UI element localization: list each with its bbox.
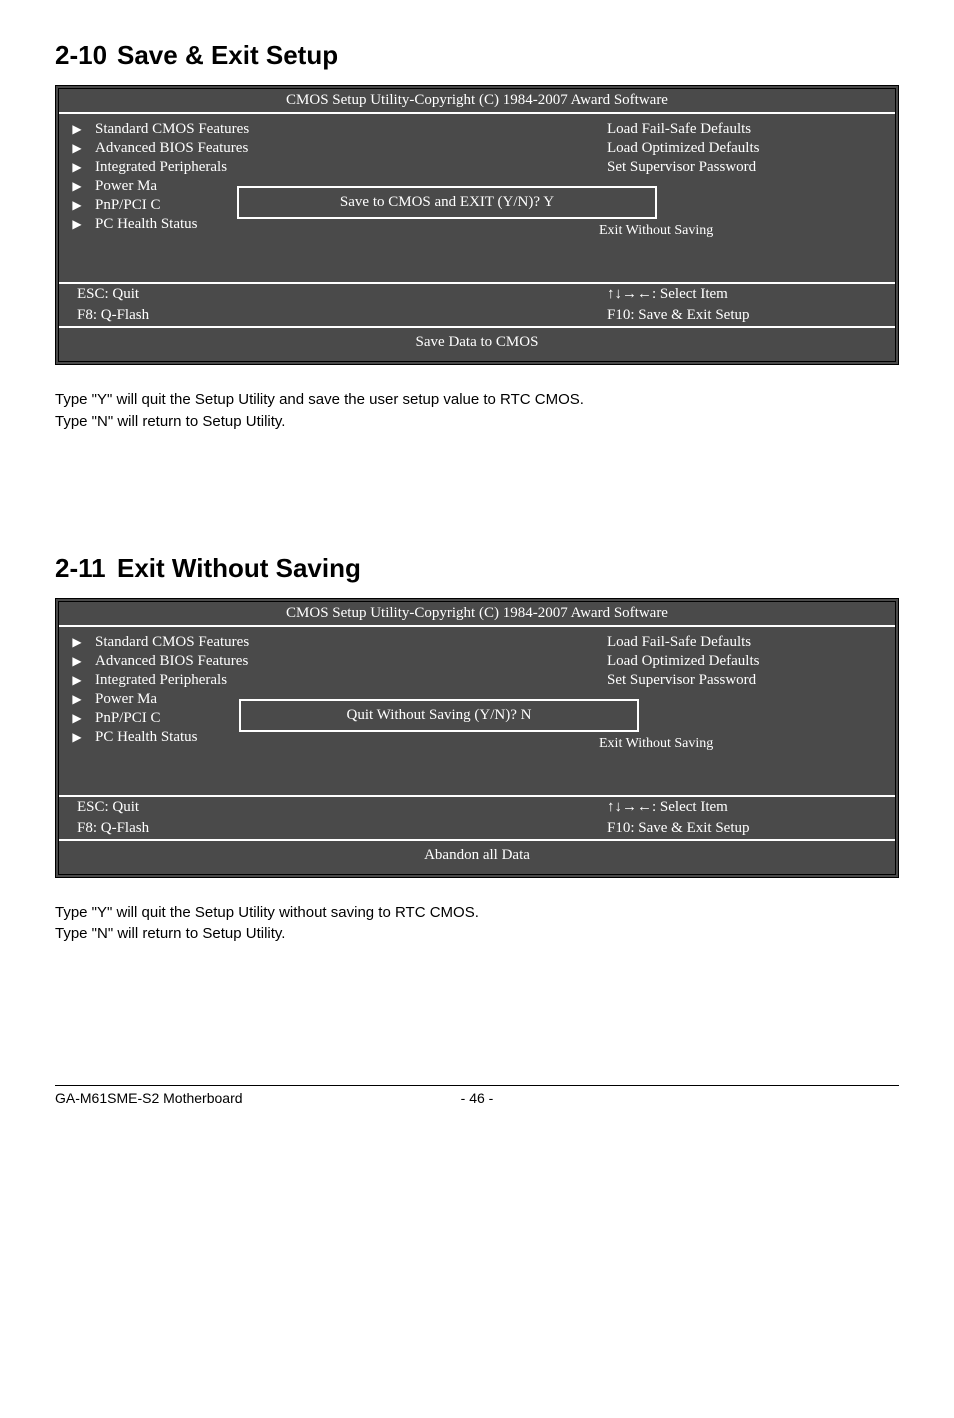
section-title: Save & Exit Setup bbox=[117, 40, 338, 71]
section-title: Exit Without Saving bbox=[117, 553, 361, 584]
triangle-icon: ▶ bbox=[59, 692, 95, 707]
menu-label: Integrated Peripherals bbox=[95, 159, 235, 176]
menu-label: Power Ma bbox=[95, 691, 165, 708]
menu-item-fail-safe[interactable]: Load Fail-Safe Defaults bbox=[607, 120, 895, 139]
exit-without-saving-text: Exit Without Saving bbox=[599, 736, 713, 752]
section-heading-exit: 2-11 Exit Without Saving bbox=[55, 553, 899, 584]
menu-label: Standard CMOS Features bbox=[95, 634, 257, 651]
menu-item-advanced-bios[interactable]: ▶ Advanced BIOS Features bbox=[59, 139, 477, 158]
line2: Type "N" will return to Setup Utility. bbox=[55, 923, 899, 945]
f10-save-exit: F10: Save & Exit Setup bbox=[477, 305, 895, 326]
menu-item-standard-cmos[interactable]: ▶ Standard CMOS Features bbox=[59, 120, 477, 139]
triangle-icon: ▶ bbox=[59, 217, 95, 232]
triangle-icon: ▶ bbox=[59, 730, 95, 745]
triangle-icon: ▶ bbox=[59, 711, 95, 726]
menu-label: Load Fail-Safe Defaults bbox=[607, 634, 759, 651]
triangle-icon: ▶ bbox=[59, 122, 95, 137]
f8-qflash: F8: Q-Flash bbox=[59, 818, 477, 839]
triangle-icon: ▶ bbox=[59, 635, 95, 650]
bios-body: ▶ Standard CMOS Features ▶ Advanced BIOS… bbox=[59, 112, 895, 282]
explanation-save: Type "Y" will quit the Setup Utility and… bbox=[55, 389, 899, 433]
triangle-icon: ▶ bbox=[59, 160, 95, 175]
page-footer: GA-M61SME-S2 Motherboard - 46 - bbox=[55, 1085, 899, 1106]
f8-qflash: F8: Q-Flash bbox=[59, 305, 477, 326]
menu-item-optimized[interactable]: Load Optimized Defaults bbox=[607, 652, 895, 671]
footer-product: GA-M61SME-S2 Motherboard bbox=[55, 1090, 336, 1106]
menu-label: PC Health Status bbox=[95, 729, 206, 746]
esc-quit: ESC: Quit bbox=[59, 797, 477, 818]
bios-screen-exit: CMOS Setup Utility-Copyright (C) 1984-20… bbox=[55, 598, 899, 878]
bios-footer-keys2: F8: Q-Flash F10: Save & Exit Setup bbox=[59, 305, 895, 326]
bios-status-bar: Save Data to CMOS bbox=[59, 326, 895, 361]
triangle-icon: ▶ bbox=[59, 179, 95, 194]
menu-label: Advanced BIOS Features bbox=[95, 653, 256, 670]
bios-title: CMOS Setup Utility-Copyright (C) 1984-20… bbox=[59, 89, 895, 112]
explanation-exit: Type "Y" will quit the Setup Utility wit… bbox=[55, 902, 899, 946]
menu-label: PnP/PCI C bbox=[95, 197, 168, 214]
section-heading-save: 2-10 Save & Exit Setup bbox=[55, 40, 899, 71]
menu-label: Load Optimized Defaults bbox=[607, 653, 767, 670]
dialog-text: Save to CMOS and EXIT (Y/N)? Y bbox=[340, 194, 554, 210]
line1: Type "Y" will quit the Setup Utility wit… bbox=[55, 902, 899, 924]
bios-body: ▶ Standard CMOS Features ▶ Advanced BIOS… bbox=[59, 625, 895, 795]
triangle-icon: ▶ bbox=[59, 673, 95, 688]
menu-label: Integrated Peripherals bbox=[95, 672, 235, 689]
menu-label: PnP/PCI C bbox=[95, 710, 168, 727]
triangle-icon: ▶ bbox=[59, 198, 95, 213]
menu-item-advanced-bios[interactable]: ▶ Advanced BIOS Features bbox=[59, 652, 477, 671]
bios-title: CMOS Setup Utility-Copyright (C) 1984-20… bbox=[59, 602, 895, 625]
menu-item-integrated-peripherals[interactable]: ▶ Integrated Peripherals bbox=[59, 158, 477, 177]
triangle-icon: ▶ bbox=[59, 141, 95, 156]
line2: Type "N" will return to Setup Utility. bbox=[55, 411, 899, 433]
esc-quit: ESC: Quit bbox=[59, 284, 477, 305]
section-number: 2-11 bbox=[55, 553, 117, 584]
bios-screen-save: CMOS Setup Utility-Copyright (C) 1984-20… bbox=[55, 85, 899, 365]
menu-item-supervisor-password[interactable]: Set Supervisor Password bbox=[607, 158, 895, 177]
menu-label: PC Health Status bbox=[95, 216, 206, 233]
menu-item-optimized[interactable]: Load Optimized Defaults bbox=[607, 139, 895, 158]
dialog-text: Quit Without Saving (Y/N)? N bbox=[347, 707, 532, 723]
bios-status-bar: Abandon all Data bbox=[59, 839, 895, 874]
line1: Type "Y" will quit the Setup Utility and… bbox=[55, 389, 899, 411]
menu-label: Power Ma bbox=[95, 178, 165, 195]
exit-without-saving-text: Exit Without Saving bbox=[599, 223, 713, 239]
bios-footer-keys: ESC: Quit ↑↓→←: Select Item bbox=[59, 795, 895, 818]
f10-save-exit: F10: Save & Exit Setup bbox=[477, 818, 895, 839]
menu-label: Set Supervisor Password bbox=[607, 159, 764, 176]
menu-label: Advanced BIOS Features bbox=[95, 140, 256, 157]
menu-item-fail-safe[interactable]: Load Fail-Safe Defaults bbox=[607, 633, 895, 652]
section-number: 2-10 bbox=[55, 40, 117, 71]
bios-footer-keys: ESC: Quit ↑↓→←: Select Item bbox=[59, 282, 895, 305]
select-item: ↑↓→←: Select Item bbox=[477, 284, 895, 305]
bios-footer-keys2: F8: Q-Flash F10: Save & Exit Setup bbox=[59, 818, 895, 839]
triangle-icon: ▶ bbox=[59, 654, 95, 669]
save-dialog[interactable]: Save to CMOS and EXIT (Y/N)? Y bbox=[237, 186, 657, 219]
select-item: ↑↓→←: Select Item bbox=[477, 797, 895, 818]
menu-label: Load Optimized Defaults bbox=[607, 140, 767, 157]
menu-item-standard-cmos[interactable]: ▶ Standard CMOS Features bbox=[59, 633, 477, 652]
menu-label: Set Supervisor Password bbox=[607, 672, 764, 689]
menu-label: Load Fail-Safe Defaults bbox=[607, 121, 759, 138]
quit-dialog[interactable]: Quit Without Saving (Y/N)? N bbox=[239, 699, 639, 732]
footer-page-number: - 46 - bbox=[336, 1090, 617, 1106]
menu-item-integrated-peripherals[interactable]: ▶ Integrated Peripherals bbox=[59, 671, 477, 690]
menu-item-supervisor-password[interactable]: Set Supervisor Password bbox=[607, 671, 895, 690]
menu-label: Standard CMOS Features bbox=[95, 121, 257, 138]
